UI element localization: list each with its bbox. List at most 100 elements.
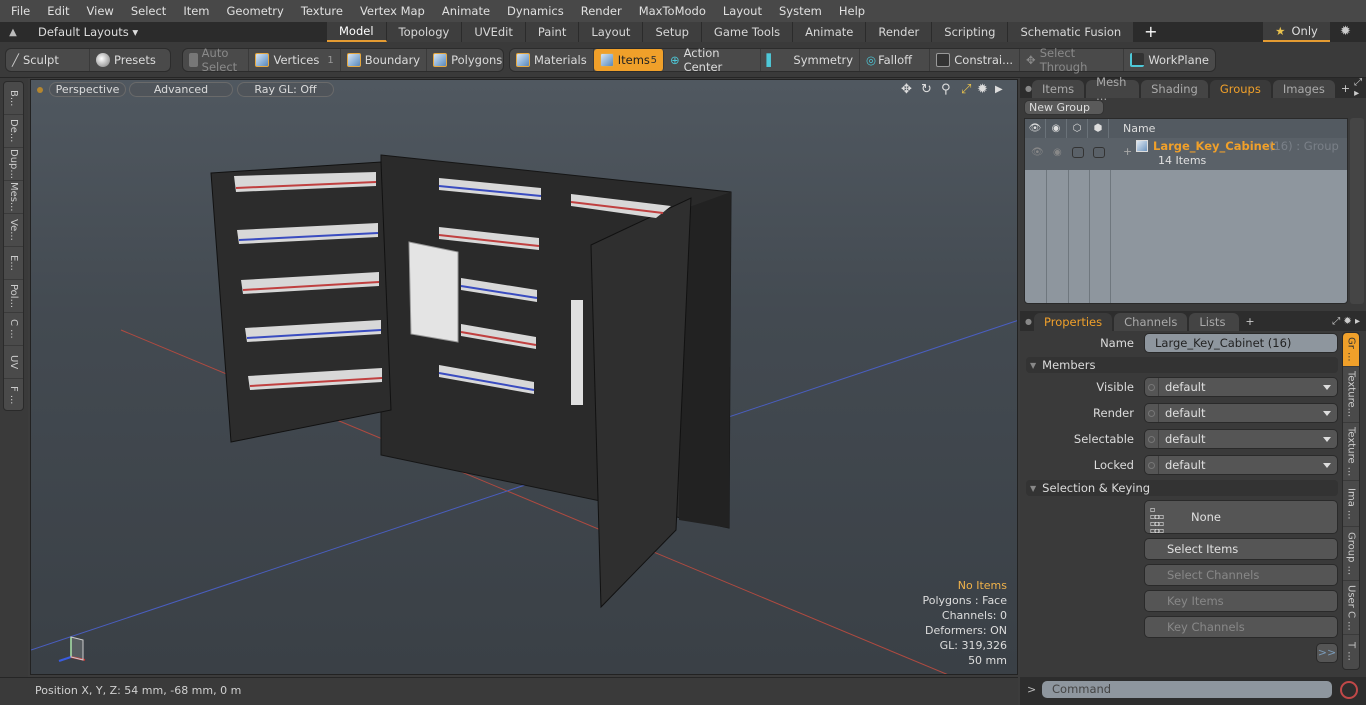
tab-uvedit[interactable]: UVEdit xyxy=(462,22,526,42)
falloff-button[interactable]: ◎ Falloff xyxy=(860,49,931,71)
tab-render[interactable]: Render xyxy=(866,22,933,42)
tab-model[interactable]: Model xyxy=(327,22,387,42)
tab-scripting[interactable]: Scripting xyxy=(932,22,1009,42)
tab-properties[interactable]: Properties xyxy=(1034,313,1113,331)
tab-groups[interactable]: Groups xyxy=(1209,80,1271,98)
menu-edit[interactable]: Edit xyxy=(41,4,75,18)
row-render-icon[interactable]: ◉ xyxy=(1053,147,1062,158)
materials-button[interactable]: Materials xyxy=(510,49,594,71)
tab-animate[interactable]: Animate xyxy=(793,22,867,42)
new-group-button[interactable]: New Group xyxy=(1024,100,1104,115)
menu-layout[interactable]: Layout xyxy=(717,4,768,18)
tab-topology[interactable]: Topology xyxy=(386,22,463,42)
tab-lists[interactable]: Lists xyxy=(1189,313,1240,331)
members-section[interactable]: ▼ Members xyxy=(1026,357,1338,373)
viewport-menu-dot[interactable] xyxy=(37,87,43,93)
perspective-button[interactable]: Perspective xyxy=(49,82,126,97)
boundary-button[interactable]: Boundary xyxy=(341,49,428,71)
left-tab-5[interactable]: E... xyxy=(4,247,23,280)
tab-setup[interactable]: Setup xyxy=(643,22,702,42)
tab-items[interactable]: Items xyxy=(1031,80,1085,98)
left-tab-9[interactable]: F ... xyxy=(4,379,23,412)
visibility-column-icon[interactable]: 👁 xyxy=(1025,119,1046,138)
add-panel-tab-button[interactable]: + xyxy=(1337,82,1354,95)
menu-vertex-map[interactable]: Vertex Map xyxy=(354,4,431,18)
selectable-dropdown[interactable]: default xyxy=(1144,429,1338,449)
rotate-icon[interactable]: ↻ xyxy=(921,82,932,97)
menu-system[interactable]: System xyxy=(773,4,828,18)
add-tab-button[interactable]: + xyxy=(1134,22,1167,42)
add-panel-tab-button[interactable]: + xyxy=(1241,315,1258,328)
gear-icon[interactable]: ✹ xyxy=(1340,24,1351,39)
tab-channels[interactable]: Channels xyxy=(1114,313,1188,331)
group-row[interactable]: 👁 ◉ + Large_Key_Cabinet (16) : Group 14 … xyxy=(1025,138,1347,170)
command-input[interactable]: Command xyxy=(1042,681,1332,698)
locked-dropdown[interactable]: default xyxy=(1144,455,1338,475)
polygons-button[interactable]: Polygons xyxy=(427,49,508,71)
none-button[interactable]: ▫ ▫▫▫ ▫▫▫ ▫▫▫ None xyxy=(1144,500,1338,535)
name-column-header[interactable]: Name xyxy=(1109,122,1155,135)
auto-select-button[interactable]: Auto Select xyxy=(183,46,250,74)
tab-layout[interactable]: Layout xyxy=(579,22,644,42)
3d-viewport[interactable]: Perspective Advanced Ray GL: Off ✥ ↻ ⚲ ⤢… xyxy=(30,79,1018,675)
menu-animate[interactable]: Animate xyxy=(436,4,496,18)
side-tab-group-2[interactable]: Group ... xyxy=(1343,527,1359,581)
tab-schematic-fusion[interactable]: Schematic Fusion xyxy=(1008,22,1135,42)
tab-paint[interactable]: Paint xyxy=(525,22,580,42)
side-tab-group[interactable]: Gr ... xyxy=(1343,333,1359,367)
render-dropdown[interactable]: default xyxy=(1144,403,1338,423)
menu-maxtomodo[interactable]: MaxToModo xyxy=(633,4,712,18)
selection-keying-section[interactable]: ▼ Selection & Keying xyxy=(1026,480,1338,496)
constraints-button[interactable]: Constrai... xyxy=(930,49,1021,71)
record-icon[interactable] xyxy=(1340,681,1358,699)
symmetry-button[interactable]: ▌ Symmetry xyxy=(761,49,861,71)
vertices-button[interactable]: Vertices 1 xyxy=(249,49,341,71)
key-items-button[interactable]: Key Items xyxy=(1144,590,1338,612)
row-select-toggle[interactable] xyxy=(1072,147,1084,158)
left-tab-2[interactable]: Dup... xyxy=(4,148,23,181)
side-tab-texture-1[interactable]: Texture... xyxy=(1343,367,1359,423)
lock-column-icon[interactable]: ⬢ xyxy=(1088,119,1109,138)
panel-dot-icon[interactable]: ● xyxy=(1020,84,1032,93)
home-icon[interactable]: ▲ xyxy=(0,27,26,38)
viewport-gear-icon[interactable]: ✹ xyxy=(977,82,988,97)
left-tab-7[interactable]: C ... xyxy=(4,313,23,346)
side-tab-user-channels[interactable]: User C ... xyxy=(1343,581,1359,635)
expand-gear-icon[interactable]: ⤢ ✹ ▸ xyxy=(1332,316,1360,327)
tab-mesh[interactable]: Mesh ... xyxy=(1086,75,1140,103)
more-button[interactable]: >> xyxy=(1316,643,1338,663)
side-tab-image[interactable]: Ima ... xyxy=(1343,481,1359,527)
layouts-dropdown[interactable]: Default Layouts ▾ xyxy=(26,25,326,39)
menu-view[interactable]: View xyxy=(81,4,120,18)
panel-dot-icon[interactable]: ● xyxy=(1020,317,1034,326)
viewport-arrow-icon[interactable]: ▶ xyxy=(995,84,1003,95)
menu-geometry[interactable]: Geometry xyxy=(221,4,290,18)
expand-plus-icon[interactable]: + xyxy=(1123,145,1132,158)
raygl-button[interactable]: Ray GL: Off xyxy=(237,82,334,97)
maximize-icon[interactable]: ⤢ xyxy=(961,82,971,97)
expand-icon[interactable]: ⤢ ▸ xyxy=(1354,77,1366,99)
zoom-icon[interactable]: ⚲ xyxy=(941,82,951,97)
left-tab-0[interactable]: B... xyxy=(4,82,23,115)
left-tab-8[interactable]: UV xyxy=(4,346,23,379)
left-tab-1[interactable]: De... xyxy=(4,115,23,148)
pan-icon[interactable]: ✥ xyxy=(901,82,912,97)
select-column-icon[interactable]: ⬡ xyxy=(1067,119,1088,138)
row-visibility-icon[interactable]: 👁 xyxy=(1031,147,1044,158)
presets-button[interactable]: Presets xyxy=(90,49,162,71)
visible-dropdown[interactable]: default xyxy=(1144,377,1338,397)
menu-help[interactable]: Help xyxy=(833,4,871,18)
menu-render[interactable]: Render xyxy=(575,4,628,18)
workplane-button[interactable]: WorkPlane xyxy=(1124,49,1215,71)
select-items-button[interactable]: Select Items xyxy=(1144,538,1338,560)
groups-scrollbar[interactable] xyxy=(1350,118,1364,304)
left-tab-3[interactable]: Mes... xyxy=(4,181,23,214)
left-tab-4[interactable]: Ve... xyxy=(4,214,23,247)
menu-select[interactable]: Select xyxy=(125,4,172,18)
sculpt-button[interactable]: ╱ Sculpt xyxy=(6,49,90,71)
name-field[interactable]: Large_Key_Cabinet (16) xyxy=(1144,333,1338,353)
select-channels-button[interactable]: Select Channels xyxy=(1144,564,1338,586)
only-toggle[interactable]: ★ Only xyxy=(1263,22,1330,42)
tab-game-tools[interactable]: Game Tools xyxy=(701,22,794,42)
menu-texture[interactable]: Texture xyxy=(295,4,349,18)
